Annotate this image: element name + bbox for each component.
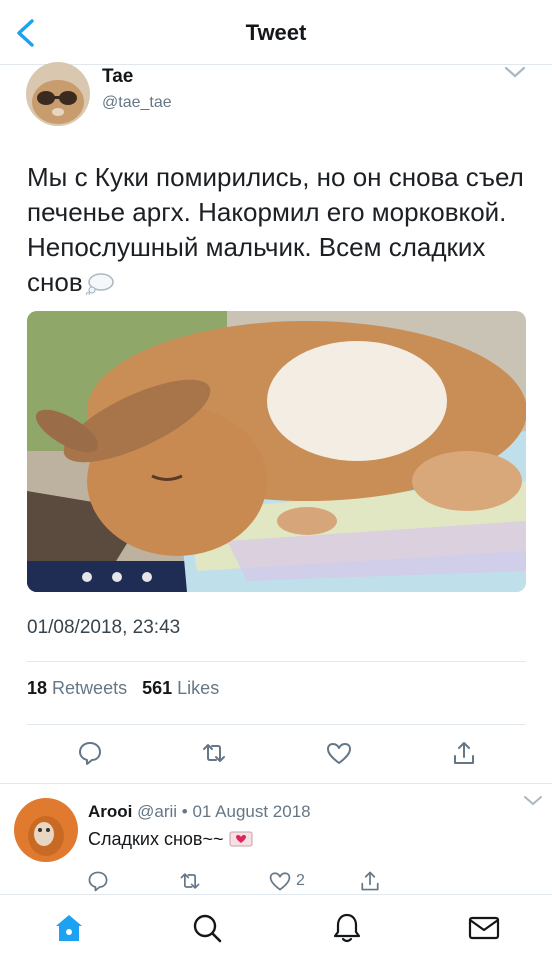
- reply-header: Arooi @arii • 01 August 2018: [88, 802, 311, 822]
- chevron-down-icon[interactable]: [503, 62, 527, 82]
- likes-stat[interactable]: 561 Likes: [142, 678, 219, 698]
- reply-author-avatar[interactable]: [14, 798, 78, 862]
- like-icon[interactable]: [325, 739, 353, 767]
- share-icon[interactable]: [450, 739, 478, 767]
- reply-author-name[interactable]: Arooi: [88, 802, 132, 821]
- author-handle[interactable]: @tae_tae: [102, 94, 172, 112]
- thought-balloon-icon: [85, 273, 114, 295]
- reply-icon[interactable]: [76, 739, 104, 767]
- divider: [27, 724, 526, 725]
- reply-meta: @arii • 01 August 2018: [137, 802, 311, 821]
- search-icon[interactable]: [190, 911, 224, 945]
- reply-text: Сладких снов~~: [88, 829, 253, 850]
- likes-label: Likes: [177, 678, 220, 698]
- reply-icon[interactable]: [86, 869, 110, 893]
- share-icon[interactable]: [358, 869, 382, 893]
- messages-icon[interactable]: [467, 911, 501, 945]
- notifications-icon[interactable]: [330, 911, 364, 945]
- heart-letter-icon: [229, 831, 252, 847]
- retweets-count: 18: [27, 678, 48, 698]
- chevron-down-icon[interactable]: [522, 792, 544, 810]
- tweet-text: Мы с Куки помирились, но он снова съел п…: [27, 160, 527, 300]
- divider: [27, 661, 526, 662]
- author-name[interactable]: Tae: [102, 66, 133, 88]
- retweet-icon[interactable]: [200, 739, 228, 767]
- reply-body: Сладких снов~~: [88, 829, 224, 849]
- page-title: Tweet: [245, 20, 307, 45]
- likes-count: 561: [142, 678, 173, 698]
- tweet-timestamp: 01/08/2018, 23:43: [27, 617, 181, 638]
- reply-like-count: 2: [296, 872, 305, 889]
- tweet-stats: 18 Retweets 561 Likes: [27, 678, 219, 699]
- retweets-label: Retweets: [52, 678, 128, 698]
- divider: [0, 783, 552, 784]
- home-icon[interactable]: [52, 911, 86, 945]
- retweet-icon[interactable]: [178, 869, 202, 893]
- tweet-photo[interactable]: [27, 311, 526, 592]
- like-icon[interactable]: [268, 869, 292, 893]
- retweets-stat[interactable]: 18 Retweets: [27, 678, 127, 698]
- author-avatar[interactable]: [26, 62, 90, 126]
